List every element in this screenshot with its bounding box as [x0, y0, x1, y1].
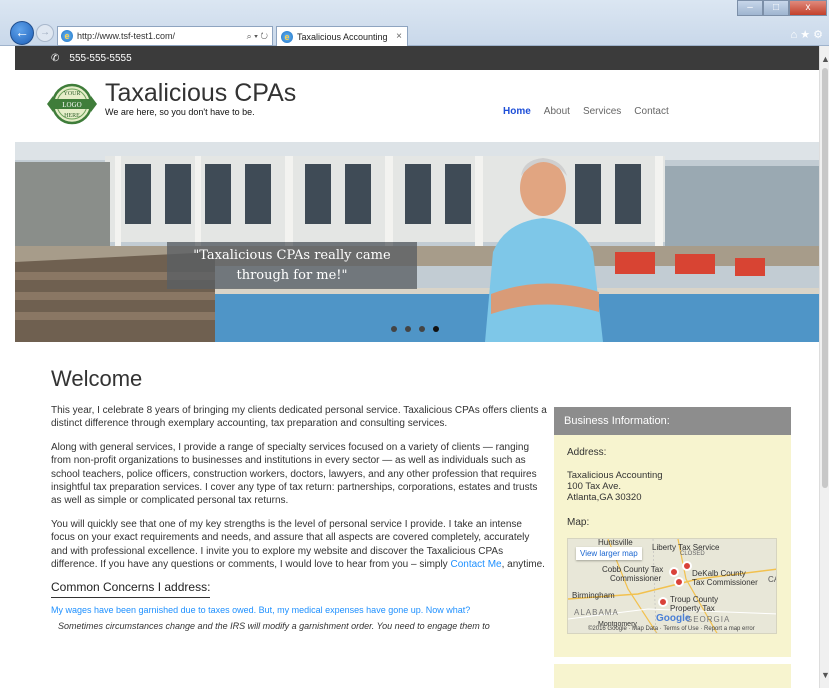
minimize-button[interactable]: –: [737, 0, 763, 16]
hero-quote: "Taxalicious CPAs really came through fo…: [167, 242, 417, 289]
map-label-property-tax: Property Tax: [670, 604, 715, 613]
main-nav: Home About Services Contact: [503, 106, 669, 117]
concerns-heading: Common Concerns I address:: [51, 581, 211, 598]
hero-quote-line-2: through for me!": [236, 268, 348, 283]
welcome-heading: Welcome: [51, 366, 143, 391]
back-arrow-icon[interactable]: ←: [10, 21, 34, 45]
business-info-panel: Business Information: Address: Taxalicio…: [554, 407, 791, 657]
content-body: This year, I celebrate 8 years of bringi…: [51, 404, 547, 634]
logo-line-2: LOGO: [62, 101, 81, 109]
logo-line-1: YOUR: [63, 91, 80, 97]
scroll-thumb[interactable]: [822, 68, 828, 488]
paragraph-personal-service: You will quickly see that one of my key …: [51, 518, 547, 572]
address-line: 100 Tax Ave.: [567, 481, 622, 492]
view-larger-map-link[interactable]: View larger map: [576, 547, 642, 560]
map-label-birmingham: Birmingham: [572, 591, 615, 600]
address-line: Atlanta,GA 30320: [567, 492, 642, 503]
browser-toolbar-icons[interactable]: ⌂ ★ ⚙: [791, 28, 823, 41]
top-bar: ✆ 555-555-5555: [15, 46, 819, 70]
browser-tab[interactable]: e Taxalicious Accounting ×: [276, 26, 408, 46]
map-label-georgia: GEORGIA: [686, 615, 731, 624]
sidebar-panel-2: [554, 664, 791, 688]
paragraph-personal-service-end: , anytime.: [501, 559, 545, 571]
window-controls: – □ x: [737, 0, 827, 16]
page-scrollbar[interactable]: ▲ ▼: [819, 46, 829, 688]
map-label-huntsville: Huntsville: [598, 538, 633, 547]
address-bar[interactable]: e http://www.tsf-test1.com/ ⌕ ▾ ↻: [57, 26, 273, 46]
tab-title: Taxalicious Accounting: [297, 31, 388, 42]
map-pin-icon[interactable]: [669, 567, 679, 577]
scroll-down-icon[interactable]: ▼: [821, 670, 829, 680]
map-label-cobb: Cobb County Tax: [602, 565, 664, 574]
site-branding[interactable]: Taxalicious CPAs We are here, so you don…: [105, 80, 296, 118]
nav-contact[interactable]: Contact: [634, 106, 668, 117]
tab-favicon-icon: e: [281, 30, 293, 43]
slider-dots: [391, 326, 439, 332]
slider-dot[interactable]: [391, 326, 397, 332]
site-tagline: We are here, so you don't have to be.: [105, 107, 255, 117]
browser-nav: ← →: [10, 21, 54, 45]
slider-dot[interactable]: [405, 326, 411, 332]
hero-slider[interactable]: "Taxalicious CPAs really came through fo…: [15, 142, 819, 342]
paragraph-services: Along with general services, I provide a…: [51, 441, 538, 507]
business-info-heading: Business Information:: [554, 407, 791, 435]
map-label-tax-commissioner: Tax Commissioner: [692, 578, 758, 587]
phone-number: 555-555-5555: [69, 52, 132, 64]
scroll-up-icon[interactable]: ▲: [821, 54, 829, 64]
map-label-dekalb: DeKalb County: [692, 569, 746, 578]
logo-badge-icon: YOUR LOGO HERE: [47, 83, 97, 125]
embedded-map[interactable]: View larger map Huntsville Liberty Tax S…: [567, 538, 777, 634]
map-label-troup: Troup County: [670, 595, 719, 604]
close-button[interactable]: x: [789, 0, 827, 16]
map-label: Map:: [567, 517, 590, 528]
search-refresh-icon[interactable]: ⌕ ▾ ↻: [247, 31, 268, 42]
maximize-button[interactable]: □: [763, 0, 789, 16]
map-label-alabama: ALABAMA: [574, 608, 619, 617]
browser-chrome: – □ x ← → e http://www.tsf-test1.com/ ⌕ …: [0, 0, 829, 46]
address-line: Taxalicious Accounting: [567, 470, 663, 481]
site-header: YOUR LOGO HERE Taxalicious CPAs We are h…: [15, 70, 819, 142]
phone-icon: ✆: [51, 52, 60, 64]
address-url: http://www.tsf-test1.com/: [77, 31, 176, 41]
map-footer[interactable]: ©2016 Google · Map Data · Terms of Use ·…: [588, 626, 755, 632]
map-pin-icon[interactable]: [658, 597, 668, 607]
ie-logo-icon: e: [61, 30, 73, 42]
map-label-ca: CA: [768, 575, 776, 584]
slider-dot-active[interactable]: [433, 326, 439, 332]
forward-arrow-icon[interactable]: →: [36, 24, 54, 42]
concern-answer: Sometimes circumstances change and the I…: [58, 621, 490, 632]
nav-services[interactable]: Services: [583, 106, 621, 117]
map-label-commissioner: Commissioner: [610, 574, 662, 583]
site-title[interactable]: Taxalicious CPAs: [105, 80, 296, 107]
nav-home[interactable]: Home: [503, 106, 531, 117]
address-block: Taxalicious Accounting 100 Tax Ave. Atla…: [567, 470, 778, 503]
tab-close-icon[interactable]: ×: [396, 31, 402, 42]
contact-me-link[interactable]: Contact Me: [450, 559, 501, 570]
slider-dot[interactable]: [419, 326, 425, 332]
logo-line-3: HERE: [64, 113, 80, 119]
map-pin-icon[interactable]: [674, 577, 684, 587]
hero-image: [15, 142, 819, 342]
web-page: ✆ 555-555-5555 YOUR LOGO HERE Taxaliciou…: [15, 46, 819, 688]
nav-about[interactable]: About: [544, 106, 570, 117]
hero-quote-line-1: "Taxalicious CPAs really came: [193, 248, 391, 263]
google-logo: Google: [656, 613, 691, 624]
concern-link[interactable]: My wages have been garnished due to taxe…: [51, 604, 547, 617]
map-label-closed: CLOSED: [680, 551, 705, 557]
map-pin-icon[interactable]: [682, 561, 692, 571]
paragraph-intro: This year, I celebrate 8 years of bringi…: [51, 405, 547, 430]
address-label: Address:: [567, 447, 607, 458]
